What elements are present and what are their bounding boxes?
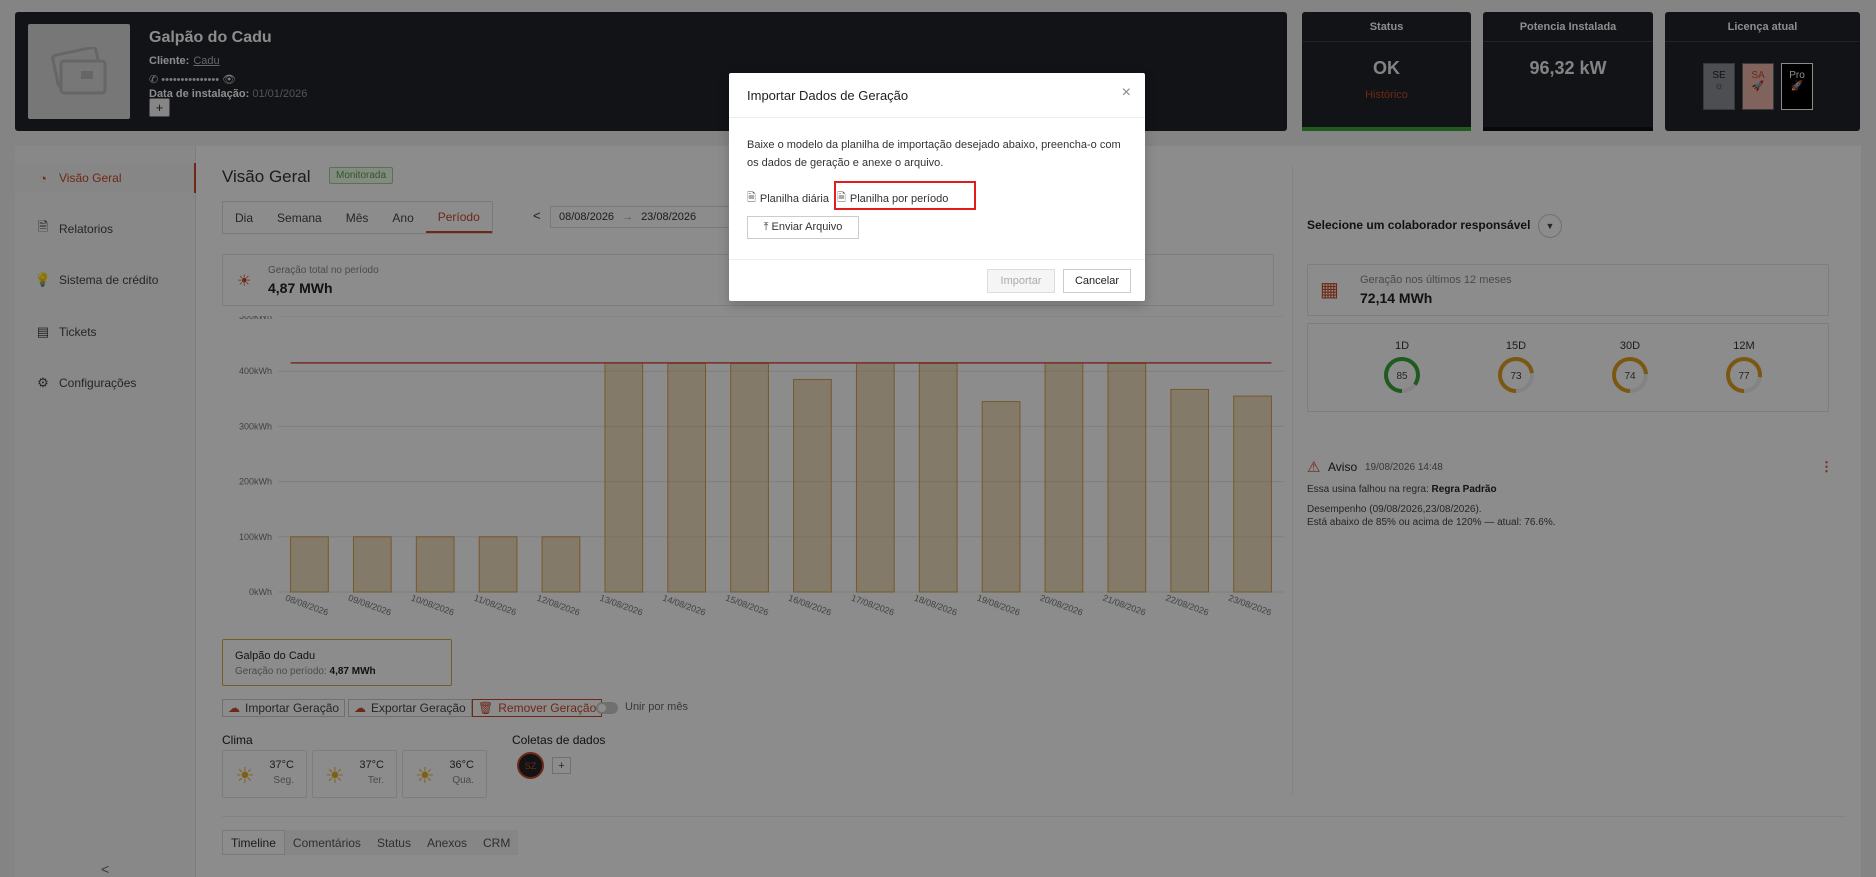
daily-sheet-link[interactable]: 🗎 Planilha diária	[747, 189, 829, 208]
modal-description: Baixe o modelo da planilha de importação…	[747, 139, 1121, 169]
import-button[interactable]: Importar	[987, 269, 1055, 293]
close-icon[interactable]: ×	[1122, 84, 1131, 102]
modal-title: Importar Dados de Geração	[747, 88, 909, 103]
cancel-button[interactable]: Cancelar	[1063, 269, 1131, 293]
import-modal: Importar Dados de Geração × Baixe o mode…	[729, 73, 1145, 301]
file-icon: 🗎	[747, 192, 756, 204]
upload-file-button[interactable]: ⤒ Enviar Arquivo	[747, 216, 859, 239]
highlight-box	[834, 181, 976, 210]
